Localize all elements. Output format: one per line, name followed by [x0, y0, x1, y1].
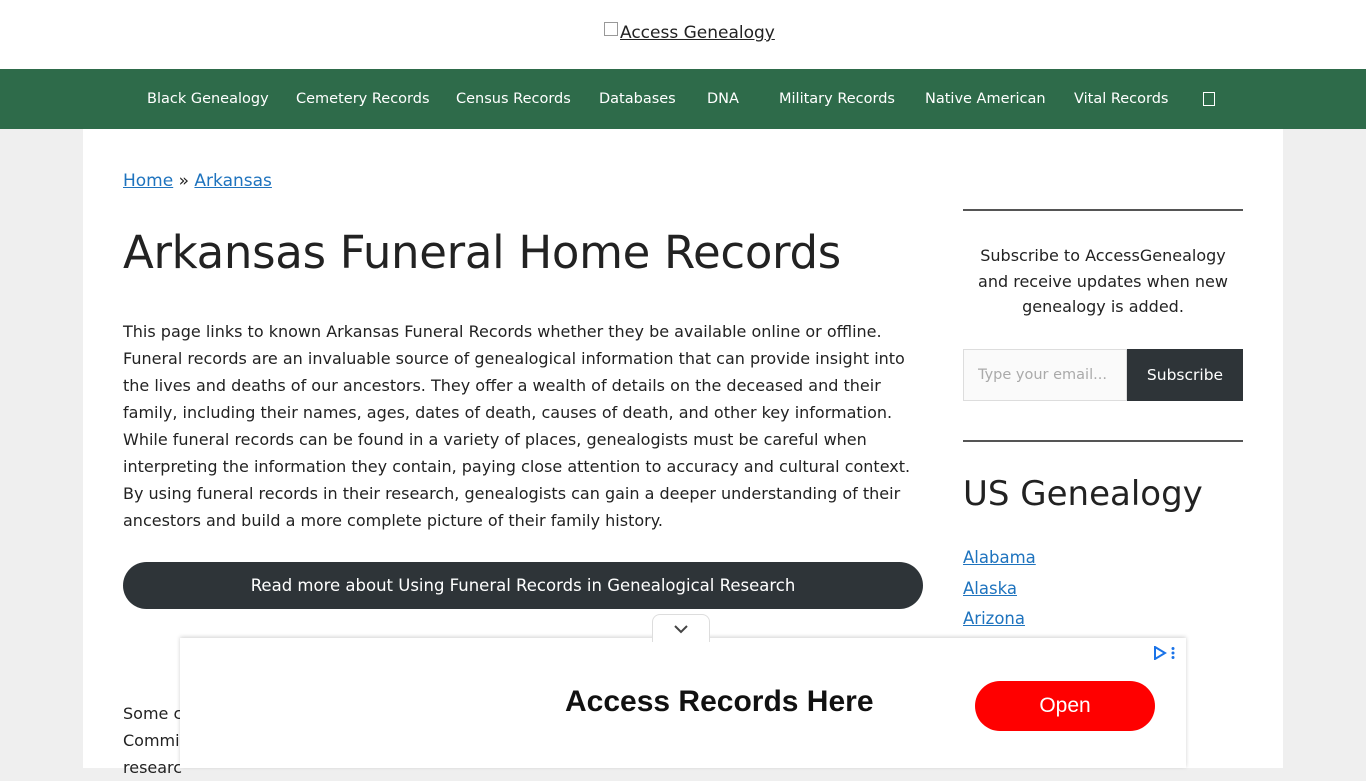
breadcrumb-arkansas-link[interactable]: Arkansas — [194, 171, 272, 191]
nav-item-vital-records[interactable]: Vital Records — [1074, 69, 1169, 129]
page-title: Arkansas Funeral Home Records — [123, 226, 841, 279]
chevron-down-icon — [674, 624, 688, 633]
email-input[interactable] — [963, 349, 1127, 401]
ad-choices[interactable] — [1153, 645, 1183, 661]
search-icon[interactable] — [1203, 69, 1217, 129]
ad-open-button[interactable]: Open — [975, 681, 1155, 731]
subscribe-button[interactable]: Subscribe — [1127, 349, 1243, 401]
broken-image-icon — [604, 22, 618, 36]
subscribe-description: Subscribe to AccessGenealogy and receive… — [978, 246, 1228, 316]
sidebar-divider — [963, 440, 1243, 442]
partial-paragraph: Some c Commi researc — [123, 700, 182, 781]
main-navigation: Black Genealogy Cemetery Records Census … — [0, 69, 1366, 129]
nav-item-databases[interactable]: Databases — [599, 69, 676, 129]
partial-line: Commi — [123, 731, 180, 750]
us-genealogy-title: US Genealogy — [963, 474, 1203, 514]
nav-item-black-genealogy[interactable]: Black Genealogy — [147, 69, 269, 129]
intro-paragraph: This page links to known Arkansas Funera… — [123, 322, 911, 530]
nav-item-native-american[interactable]: Native American — [925, 69, 1046, 129]
nav-item-census-records[interactable]: Census Records — [456, 69, 571, 129]
breadcrumb: Home » Arkansas — [123, 171, 272, 191]
ad-headline[interactable]: Access Records Here — [565, 685, 874, 719]
ad-choices-icon — [1154, 646, 1167, 660]
read-more-button[interactable]: Read more about Using Funeral Records in… — [123, 562, 923, 609]
breadcrumb-separator: » — [178, 171, 190, 191]
nav-item-cemetery-records[interactable]: Cemetery Records — [296, 69, 430, 129]
logo-alt-text: Access Genealogy — [620, 23, 775, 43]
site-header: Access Genealogy — [0, 0, 1366, 69]
partial-line: Some c — [123, 704, 183, 723]
nav-item-military-records[interactable]: Military Records — [779, 69, 895, 129]
nav-item-dna[interactable]: DNA — [707, 69, 739, 129]
state-link-arizona[interactable]: Arizona — [963, 609, 1025, 628]
sidebar-divider — [963, 209, 1243, 211]
breadcrumb-home-link[interactable]: Home — [123, 171, 173, 191]
ad-collapse-button[interactable] — [652, 614, 710, 642]
state-link-alaska[interactable]: Alaska — [963, 579, 1017, 598]
more-options-icon — [1171, 647, 1175, 659]
state-link-alabama[interactable]: Alabama — [963, 548, 1036, 567]
site-logo-link[interactable]: Access Genealogy — [604, 22, 775, 44]
